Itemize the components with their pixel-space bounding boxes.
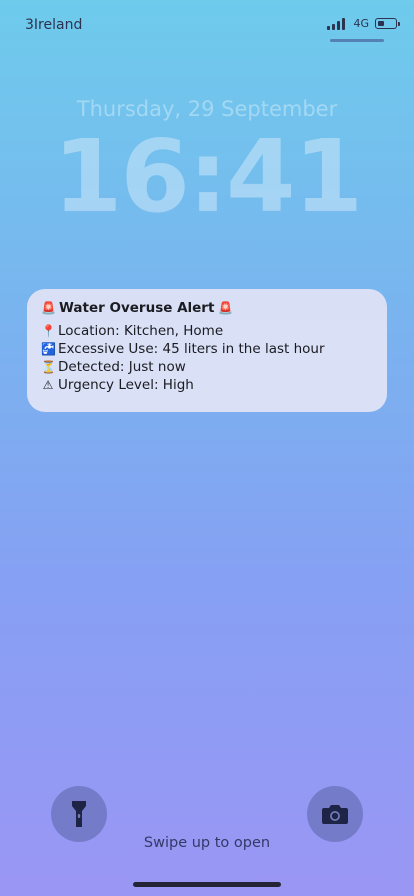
carrier-label: 3Ireland	[25, 17, 83, 33]
notification-line-location: 📍 Location: Kitchen, Home	[41, 322, 373, 340]
battery-level-fill	[377, 20, 384, 26]
home-indicator[interactable]	[133, 882, 281, 887]
pushpin-icon: 📍	[41, 324, 56, 338]
battery-icon	[375, 18, 400, 29]
siren-icon: 🚨	[41, 301, 56, 315]
status-bar: 3Ireland 4G	[0, 0, 414, 50]
hourglass-icon: ⏳	[41, 360, 56, 374]
notification-line-urgency: ⚠ Urgency Level: High	[41, 376, 373, 394]
signal-strength-icon	[327, 17, 346, 30]
water-alert-notification[interactable]: 🚨 Water Overuse Alert 🚨 📍 Location: Kitc…	[27, 289, 387, 412]
notification-line-text: Detected: Just now	[58, 359, 186, 375]
notification-line-text: Location: Kitchen, Home	[58, 323, 224, 339]
siren-icon: 🚨	[218, 301, 234, 315]
flashlight-icon	[72, 801, 86, 827]
notification-title: Water Overuse Alert	[59, 300, 215, 316]
water-tap-icon: 🚰	[41, 342, 56, 356]
warning-icon: ⚠	[42, 378, 54, 392]
flashlight-button[interactable]	[51, 786, 107, 842]
notification-line-usage: 🚰 Excessive Use: 45 liters in the last h…	[41, 340, 373, 358]
notification-line-text: Excessive Use: 45 liters in the last hou…	[58, 341, 325, 357]
control-center-indicator[interactable]	[330, 39, 384, 42]
lock-screen-clock: 16:41	[52, 118, 363, 235]
swipe-up-hint: Swipe up to open	[143, 835, 271, 851]
status-indicators: 4G	[327, 17, 400, 30]
camera-button[interactable]	[307, 786, 363, 842]
notification-line-detected: ⏳ Detected: Just now	[41, 358, 373, 376]
network-type-label: 4G	[353, 17, 369, 30]
notification-line-text: Urgency Level: High	[58, 377, 194, 393]
camera-icon	[322, 805, 348, 824]
notification-title-row: 🚨 Water Overuse Alert 🚨	[41, 300, 373, 316]
